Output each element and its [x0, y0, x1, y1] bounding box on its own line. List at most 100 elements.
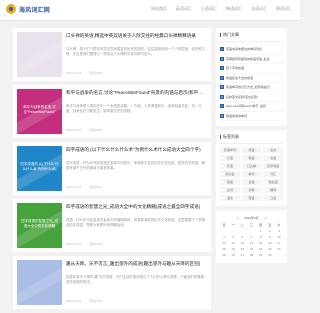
calendar-day[interactable]: 24 [275, 247, 283, 252]
calendar-day[interactable]: 2 [266, 229, 274, 234]
recent-article-link[interactable]: 英语中身体部位的单词列表 [226, 47, 262, 51]
article-thumbnail[interactable]: 四字成语的,(以下什么"什么什么术"为例什么术) [13, 146, 75, 193]
calendar-day[interactable]: 22 [257, 247, 265, 252]
tag-link[interactable]: 翻译 [263, 187, 283, 193]
recent-article-link[interactable]: https://10词库/topic/季节_最终 [226, 104, 266, 108]
recent-article-item[interactable]: 3 四个字的成语 [220, 64, 283, 74]
nav-item[interactable]: 德语词汇 [276, 6, 292, 12]
nav-item[interactable]: 网站首页 [151, 6, 167, 12]
calendar-month: 2022年9月 [244, 216, 259, 220]
tag-link[interactable]: 名言 [263, 147, 283, 153]
article-title[interactable]: 四字成语的,(以下什么什么什么术"为例什么术什么成语大全四个字) [66, 147, 207, 159]
tag-link[interactable]: 短语 [241, 195, 262, 201]
calendar-prev-button[interactable]: « [237, 216, 239, 220]
calendar-day[interactable]: 3 [275, 229, 283, 234]
tag-link[interactable]: 英文名 [220, 171, 240, 177]
logo-icon [6, 4, 16, 14]
recent-article-link[interactable]: 好的英文名称(英文名男) [226, 95, 258, 99]
calendar-day [229, 229, 237, 234]
calendar-day[interactable]: 10 [275, 235, 283, 240]
article-views: 阅读(356) [89, 71, 103, 75]
calendar-day[interactable]: 13 [238, 241, 246, 246]
calendar-day [247, 229, 255, 234]
tag-link[interactable]: 英语单词 [220, 147, 240, 153]
article-thumbnail[interactable]: 和平与战争的名言,讨论"PeaceWarFound" [13, 89, 75, 136]
recent-article-link[interactable]: 成语接龙大全的成语 [226, 76, 253, 80]
tag-link[interactable]: 德语 [220, 163, 240, 169]
tag-link[interactable]: 单词 [241, 171, 262, 177]
calendar-day[interactable]: 9 [266, 235, 274, 240]
article-views: 阅读(408) [89, 242, 103, 246]
tag-link[interactable]: 对联 [241, 187, 262, 193]
site-logo[interactable]: 海风词汇网 [6, 4, 50, 14]
calendar-day[interactable]: 5 [229, 235, 237, 240]
article-title[interactable]: 和平与战争的名言,讨论"PeaceWarFound"背景的内涵与启示(和平... [66, 90, 207, 102]
tag-link[interactable]: 成语 [241, 147, 262, 153]
tag-link[interactable]: 歇后语 [263, 179, 283, 185]
calendar-next-button[interactable]: » [265, 216, 267, 220]
tag-link[interactable]: 韩语 [241, 155, 262, 161]
article-card[interactable]: 口头禅的英语,精选中英双语关于人际交往的经典口头禅精释语录 口头禅，是人们习惯在有… [13, 28, 211, 81]
calendar-day[interactable]: 27 [238, 253, 246, 258]
nav-item[interactable]: 法语词汇 [251, 6, 267, 12]
article-card[interactable]: 四字成语的智慧之光_成语大全中的文化精髓 四字成语的智慧之光_成语大全中的文化精髓… [13, 199, 211, 252]
calendar-day[interactable]: 19 [229, 247, 237, 252]
calendar-day[interactable]: 4 [220, 235, 228, 240]
recent-article-item[interactable]: 8 韩语常用的单词 [220, 112, 283, 121]
tag-link[interactable]: 四字成语 [263, 163, 283, 169]
tag-link[interactable]: 古诗 [220, 187, 240, 193]
recent-article-item[interactable]: 4 成语接龙大全的成语 [220, 74, 283, 83]
recent-article-link[interactable]: 英语单词的记忆方法_如何快速记 [226, 85, 270, 89]
article-thumbnail[interactable] [13, 32, 75, 79]
calendar-day[interactable]: 1 [257, 229, 265, 234]
calendar-day[interactable]: 8 [257, 235, 265, 240]
calendar-day[interactable]: 26 [229, 253, 237, 258]
recent-article-link[interactable]: 韩语常用的单词 [226, 114, 247, 118]
calendar-day[interactable]: 15 [257, 241, 265, 246]
recent-article-item[interactable]: 7 https://10词库/topic/季节_最终 [220, 102, 283, 112]
article-date: 2022-09-16 [66, 128, 82, 132]
nav-item[interactable]: 英语词汇 [176, 6, 192, 12]
calendar-day[interactable]: 6 [238, 235, 246, 240]
calendar-day[interactable]: 29 [257, 253, 265, 258]
tag-link[interactable]: 词汇 [263, 171, 283, 177]
recent-article-link[interactable]: 有哪些带有颜色的成语词语_最全 [226, 57, 270, 61]
tag-link[interactable]: 口头禅 [241, 163, 262, 169]
article-card[interactable]: 趣从天降。乐不可言_趣出望外的成语(趣出望外与趣从天降的区别) 成语中有不少带有"… [13, 256, 211, 309]
article-card[interactable]: 四字成语的,(以下什么"什么什么术"为例什么术) 四字成语的,(以下什么什么什么术… [13, 142, 211, 195]
calendar-day[interactable]: 25 [220, 253, 228, 258]
calendar-day[interactable]: 12 [229, 241, 237, 246]
recent-article-item[interactable]: 5 英语单词的记忆方法_如何快速记 [220, 83, 283, 93]
calendar-day[interactable]: 16 [266, 241, 274, 246]
calendar-day[interactable]: 30 [266, 253, 274, 258]
tag-link[interactable]: 语法 [220, 195, 240, 201]
article-title[interactable]: 口头禅的英语,精选中英双语关于人际交往的经典口头禅精释语录 [66, 33, 207, 45]
recent-article-item[interactable]: 6 好的英文名称(英文名男) [220, 93, 283, 102]
recent-article-item[interactable]: 1 英语中身体部位的单词列表 [220, 45, 283, 55]
article-title[interactable]: 趣从天降。乐不可言_趣出望外的成语(趣出望外与趣从天降的区别) [66, 261, 207, 273]
nav-item[interactable]: 韩语词汇 [226, 6, 242, 12]
calendar-weekday: 五 [268, 223, 272, 227]
calendar-day[interactable]: 18 [220, 247, 228, 252]
tag-link[interactable]: 法语 [263, 155, 283, 161]
calendar-day[interactable]: 17 [275, 241, 283, 246]
tag-link[interactable]: 俗语 [220, 179, 240, 185]
article-title[interactable]: 四字成语的智慧之光_成语大全中的文化精髓(成语之最全四字成语) [66, 204, 207, 216]
tag-link[interactable]: 谚语 [241, 179, 262, 185]
calendar-day[interactable]: 11 [220, 241, 228, 246]
recent-article-link[interactable]: 四个字的成语 [226, 66, 244, 70]
article-thumbnail[interactable]: 四字成语的智慧之光_成语大全中的文化精髓 [13, 203, 75, 250]
calendar-day[interactable]: 14 [247, 241, 255, 246]
calendar-day[interactable]: 7 [247, 235, 255, 240]
calendar-weekday: 四 [259, 223, 263, 227]
nav-item[interactable]: 日语词汇 [201, 6, 217, 12]
article-card[interactable]: 和平与战争的名言,讨论"PeaceWarFound" 和平与战争的名言,讨论"Pe… [13, 85, 211, 138]
calendar-day[interactable]: 23 [266, 247, 274, 252]
tag-link[interactable]: 口语 [263, 195, 283, 201]
calendar-day[interactable]: 21 [247, 247, 255, 252]
tag-link[interactable]: 日语 [220, 155, 240, 161]
calendar-day[interactable]: 20 [238, 247, 246, 252]
article-thumbnail[interactable] [13, 260, 75, 307]
calendar-day[interactable]: 28 [247, 253, 255, 258]
recent-article-item[interactable]: 2 有哪些带有颜色的成语词语_最全 [220, 55, 283, 64]
